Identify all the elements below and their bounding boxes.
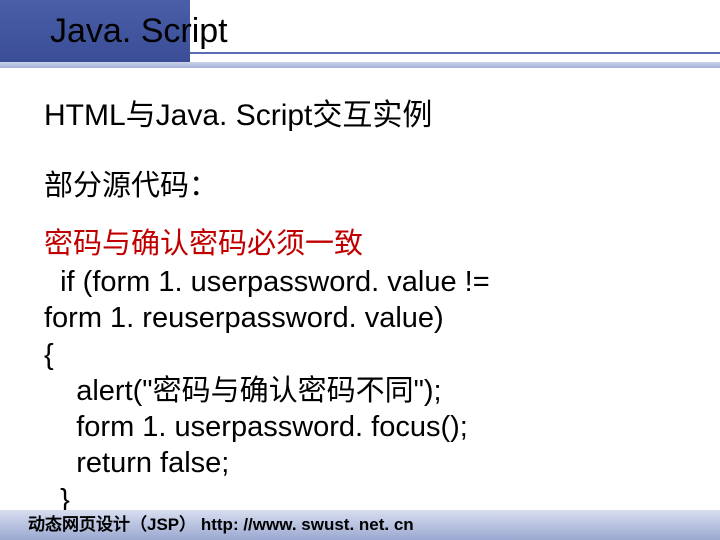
content-subheading: 部分源代码：: [44, 162, 684, 204]
code-line: form 1. userpassword. focus();: [44, 409, 684, 445]
code-line: {: [44, 337, 684, 373]
code-block: if (form 1. userpassword. value != form …: [44, 264, 684, 518]
code-line: return false;: [44, 445, 684, 481]
content-heading: HTML与Java. Script交互实例: [44, 90, 684, 134]
slide-title: Java. Script: [50, 12, 228, 51]
slide-footer: 动态网页设计（JSP） http: //www. swust. net. cn: [0, 510, 720, 540]
slide-header: Java. Script: [0, 0, 720, 70]
content-emphasis: 密码与确认密码必须一致: [44, 220, 684, 262]
slide-content: HTML与Java. Script交互实例 部分源代码： 密码与确认密码必须一致…: [0, 70, 720, 518]
code-line: form 1. reuserpassword. value): [44, 300, 684, 336]
header-rule-thick: [0, 62, 720, 68]
code-line: alert("密码与确认密码不同");: [44, 373, 684, 409]
code-line: if (form 1. userpassword. value !=: [44, 264, 684, 300]
footer-text: 动态网页设计（JSP） http: //www. swust. net. cn: [28, 510, 414, 535]
